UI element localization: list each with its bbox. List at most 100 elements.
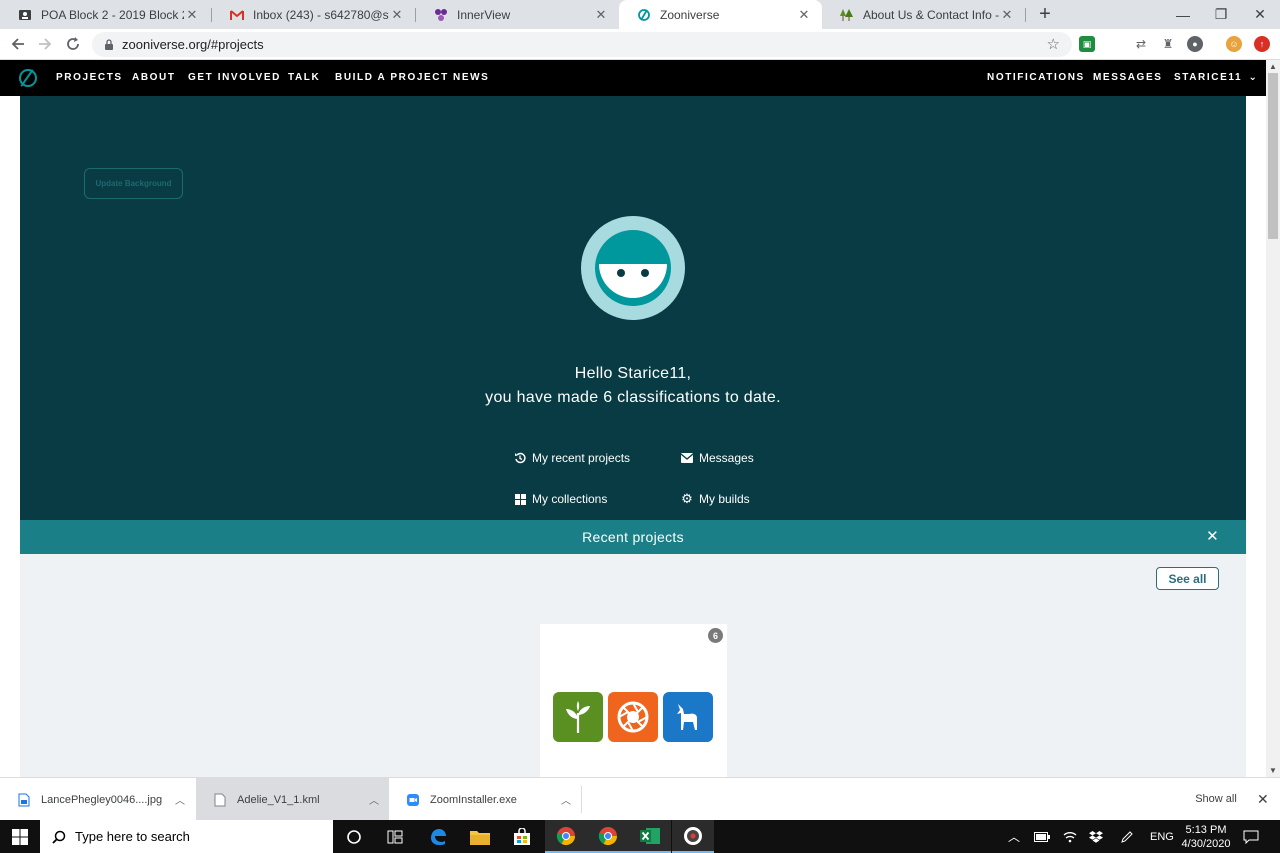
profile-avatar-icon[interactable]: ☺ [1226,36,1242,52]
grid-icon [514,493,526,505]
chevron-up-icon[interactable]: ︿ [561,792,571,807]
avatar[interactable] [581,216,685,320]
see-all-button[interactable]: See all [1156,567,1219,590]
link-label: My collections [532,492,608,506]
nav-build-a-project[interactable]: BUILD A PROJECT [335,60,449,96]
share-extension-icon[interactable]: ⇄ [1133,36,1149,52]
chrome-profile-icon[interactable] [587,820,629,853]
update-background-button[interactable]: Update Background [84,168,183,199]
scroll-up-icon[interactable]: ▲ [1269,62,1277,71]
chevron-up-icon[interactable]: ︿ [369,792,379,807]
close-icon[interactable]: ✕ [389,7,405,23]
scrollbar-thumb[interactable] [1268,73,1278,239]
close-icon[interactable]: ✕ [796,7,812,23]
chrome-icon[interactable] [545,820,587,853]
profile-hero: Update Background Hello Starice11, you h… [20,96,1246,520]
store-icon[interactable] [501,820,543,853]
blocker-off-icon[interactable]: ● [1187,36,1203,52]
task-view-icon[interactable] [374,820,416,853]
clock[interactable]: 5:13 PM 4/30/2020 [1176,823,1236,851]
history-icon [514,452,526,464]
classification-count-line: you have made 6 classifications to date. [485,389,781,406]
windows-start-icon[interactable] [0,820,40,853]
address-bar[interactable]: zooniverse.org/#projects ☆ [92,32,1072,57]
download-filename: LancePhegley0046....jpg [41,793,163,806]
tab-title: InnerView [457,7,511,22]
show-all-downloads-button[interactable]: Show all [1186,786,1246,812]
update-icon[interactable]: ↑ [1254,36,1270,52]
back-button[interactable] [7,33,29,55]
nav-news[interactable]: NEWS [453,60,489,96]
my-collections-link[interactable]: My collections [514,491,607,507]
excel-icon[interactable] [629,820,671,853]
zooniverse-icon [637,8,651,22]
close-icon[interactable]: ✕ [184,7,200,23]
close-icon[interactable]: ✕ [593,7,609,23]
close-icon[interactable]: ✕ [1206,520,1219,554]
tab-title: Inbox (243) - s642780@student. [253,7,389,22]
close-icon[interactable]: ✕ [1257,791,1269,808]
edge-icon[interactable] [417,820,459,853]
messages-link[interactable]: Messages [681,450,754,466]
file-explorer-icon[interactable] [459,820,501,853]
window-close-button[interactable]: ✕ [1237,0,1280,29]
username-label: STARICE11 [1174,72,1243,83]
user-menu[interactable]: STARICE11 ⌄ [1174,60,1259,96]
show-hidden-icons-button[interactable]: ︿ [1008,820,1020,853]
browser-tab-active[interactable]: Zooniverse ✕ [619,0,822,29]
nav-get-involved[interactable]: GET INVOLVED [188,60,281,96]
page-scrollbar[interactable]: ▲ ▼ [1266,60,1280,777]
battery-icon[interactable] [1034,820,1050,853]
zooniverse-face-icon [595,230,671,306]
download-item[interactable]: Adelie_V1_1.kml ︿ [196,778,389,821]
nav-messages[interactable]: MESSAGES [1093,60,1162,96]
browser-tab[interactable]: About Us & Contact Info - Austin ✕ [822,0,1025,29]
nav-notifications[interactable]: NOTIFICATIONS [987,60,1085,96]
browser-tab[interactable]: POA Block 2 - 2019 Block 2 ✕ [0,0,210,29]
close-icon[interactable]: ✕ [999,7,1015,23]
action-center-icon[interactable] [1243,820,1259,853]
nav-about[interactable]: ABOUT [132,60,176,96]
lock-icon [105,39,113,50]
taskbar-search-input[interactable]: Type here to search [40,820,333,853]
tab-divider [1025,8,1026,22]
downloads-shelf: LancePhegley0046....jpg ︿ Adelie_V1_1.km… [0,777,1280,821]
download-item[interactable]: ZoomInstaller.exe ︿ [389,778,581,821]
search-placeholder: Type here to search [75,829,190,844]
dropbox-icon[interactable] [1089,820,1103,853]
nav-projects[interactable]: PROJECTS [56,60,123,96]
forward-button[interactable] [34,33,56,55]
media-app-icon[interactable] [672,820,714,853]
trees-icon [840,8,854,22]
my-recent-projects-link[interactable]: My recent projects [514,450,630,466]
envelope-icon [681,452,693,464]
gear-icon: ⚙ [681,491,693,506]
chevron-down-icon: ⌄ [1248,72,1259,83]
language-indicator[interactable]: ENG [1150,820,1174,853]
bookmark-star-icon[interactable]: ☆ [1047,35,1060,53]
chevron-up-icon[interactable]: ︿ [175,792,185,807]
scroll-down-icon[interactable]: ▼ [1269,766,1277,775]
nav-talk[interactable]: TALK [288,60,320,96]
wifi-icon[interactable] [1063,820,1077,853]
browser-tab[interactable]: Inbox (243) - s642780@student. ✕ [212,0,415,29]
classroom-extension-icon[interactable]: ▣ [1079,36,1095,52]
new-tab-button[interactable]: + [1034,3,1056,25]
image-file-icon [18,793,30,806]
my-builds-link[interactable]: ⚙ My builds [681,491,750,507]
download-item[interactable]: LancePhegley0046....jpg ︿ [0,778,195,821]
tab-title: About Us & Contact Info - Austin [863,7,999,22]
cortana-icon[interactable] [333,820,375,853]
zooniverse-logo-icon[interactable] [19,69,37,87]
extension-icon[interactable]: ♜ [1160,36,1176,52]
zoom-app-icon [407,793,419,806]
project-card[interactable]: 6 [540,624,727,777]
greeting-line: Hello Starice11, [574,365,692,382]
gmail-icon [230,8,244,22]
browser-tab[interactable]: InnerView ✕ [416,0,619,29]
link-label: My builds [699,492,750,506]
browser-tab-strip: POA Block 2 - 2019 Block 2 ✕ Inbox (243)… [0,0,1280,29]
reload-button[interactable] [62,33,84,55]
pen-icon[interactable] [1120,820,1134,853]
link-label: My recent projects [532,451,631,465]
